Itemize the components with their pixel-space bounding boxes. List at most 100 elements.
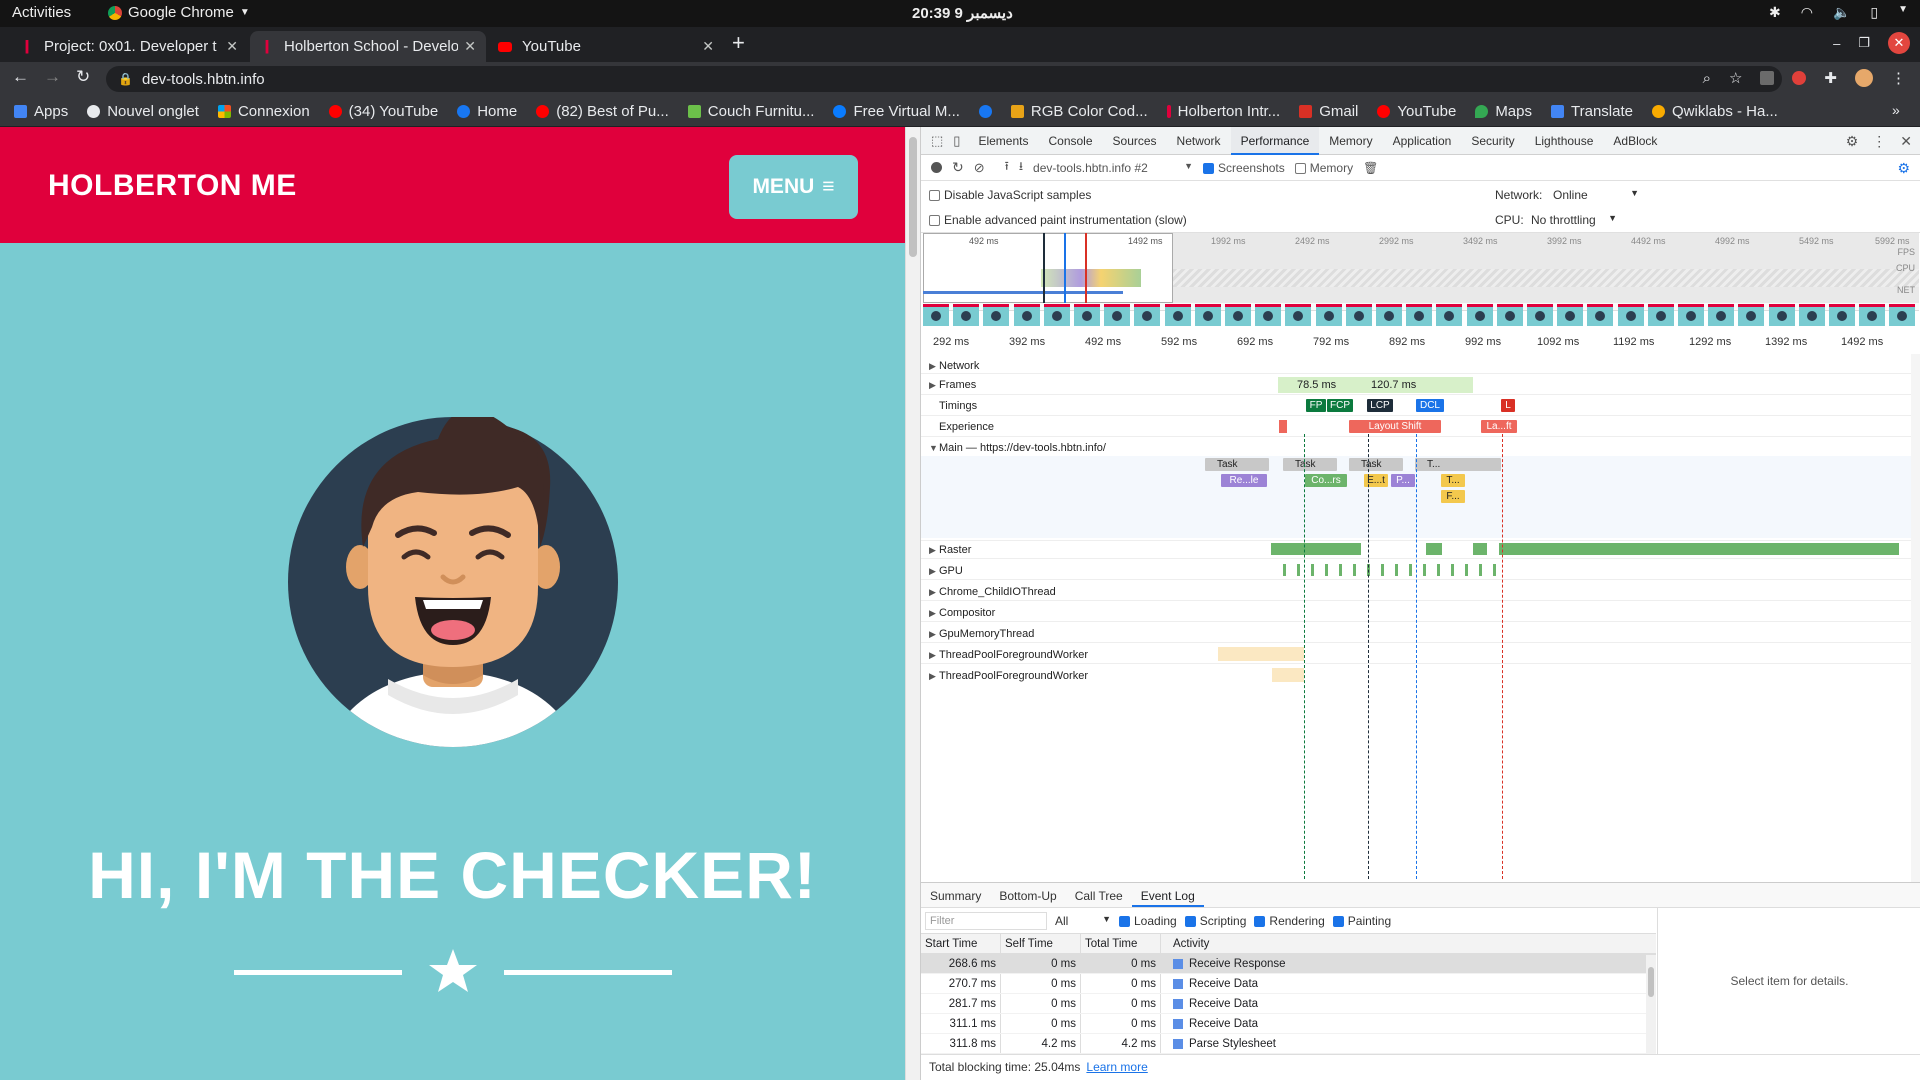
track-threadpool-2[interactable]: ▶ ThreadPoolForegroundWorker [929,670,1088,682]
minimize-icon[interactable]: – [1833,36,1840,51]
tab-event-log[interactable]: Event Log [1131,883,1204,907]
timing-marker-lcp[interactable]: LCP [1367,399,1393,412]
flame-chart-scrollbar[interactable] [1911,354,1920,882]
table-row[interactable]: 311.1 ms 0 ms 0 ms Receive Data [921,1014,1656,1034]
bookmark-apps[interactable]: Apps [14,103,68,120]
bookmark-best-of[interactable]: (82) Best of Pu... [536,103,669,120]
bookmark-rgb[interactable]: RGB Color Cod... [1010,103,1148,120]
memory-checkbox[interactable]: Memory [1294,161,1353,175]
track-threadpool-1[interactable]: ▶ ThreadPoolForegroundWorker [929,649,1088,661]
new-tab-button[interactable]: + [732,30,745,56]
track-experience[interactable]: Experience [929,421,994,433]
lock-icon[interactable]: 🔒 [118,72,133,86]
profile-avatar-icon[interactable] [1855,69,1873,87]
timing-marker-load[interactable]: L [1501,399,1515,412]
main-task[interactable]: Task [1349,458,1403,471]
screenshot-thumbnail[interactable] [1859,304,1886,326]
track-raster[interactable]: ▶ Raster [929,544,971,556]
filter-loading-checkbox[interactable]: Loading [1119,914,1177,928]
screenshot-thumbnail[interactable] [1678,304,1704,326]
raster-bar[interactable] [1473,543,1487,555]
filter-input[interactable]: Filter [925,911,1047,930]
screenshot-thumbnail[interactable] [1496,304,1523,326]
track-timings[interactable]: Timings [929,400,977,412]
close-icon[interactable]: ✕ [702,38,714,55]
bookmark-youtube-34[interactable]: (34) YouTube [328,103,438,120]
bookmarks-overflow-icon[interactable]: » [1892,102,1900,118]
raster-bar[interactable] [1426,543,1442,555]
kebab-menu-icon[interactable]: ⋮ [1891,69,1906,87]
column-header[interactable]: Total Time [1081,934,1161,953]
main-subtask-composite[interactable]: Co...rs [1305,474,1347,487]
screenshot-thumbnail[interactable] [1345,304,1372,326]
timing-marker-fp[interactable]: FP [1306,399,1326,412]
app-menu[interactable]: Google Chrome ▼ [108,4,250,21]
page-scrollbar[interactable] [905,127,920,1080]
extensions-puzzle-icon[interactable]: ✚ [1824,69,1837,87]
screenshot-filmstrip[interactable] [923,304,1919,328]
timeline-overview[interactable]: 492 ms 1492 ms 1992 ms 2492 ms 2992 ms 3… [923,233,1919,311]
scrollbar-thumb[interactable] [909,137,917,257]
close-icon[interactable]: ✕ [464,38,476,55]
devtools-tab-network[interactable]: Network [1167,127,1231,155]
main-task[interactable]: Task [1283,458,1337,471]
devtools-tab-adblock[interactable]: AdBlock [1603,127,1667,155]
threadpool-bar[interactable] [1218,647,1304,661]
track-compositor[interactable]: ▶ Compositor [929,607,995,619]
back-icon[interactable]: ← [12,67,29,87]
table-row[interactable]: 270.7 ms 0 ms 0 ms Receive Data [921,974,1656,994]
screenshot-thumbnail[interactable] [1647,304,1674,326]
screenshot-thumbnail[interactable] [1436,304,1463,326]
timing-marker-dcl[interactable]: DCL [1416,399,1444,412]
screenshot-thumbnail[interactable] [1527,304,1553,326]
site-brand[interactable]: HOLBERTON ME [48,169,297,203]
window-close-icon[interactable]: ✕ [1888,32,1910,54]
screenshot-thumbnail[interactable] [1617,304,1644,326]
raster-bar[interactable] [1499,543,1899,555]
bookmark-couch[interactable]: Couch Furnitu... [687,103,814,120]
disable-js-samples-checkbox[interactable]: Disable JavaScript samples [929,188,1091,202]
url-text[interactable]: dev-tools.hbtn.info [142,71,265,88]
reload-icon[interactable]: ↻ [76,67,90,87]
filter-scripting-checkbox[interactable]: Scripting [1184,914,1246,928]
devtools-tab-application[interactable]: Application [1383,127,1462,155]
close-icon[interactable]: ✕ [1900,133,1912,150]
timing-marker-fcp[interactable]: FCP [1327,399,1353,412]
learn-more-link[interactable]: Learn more [1086,1060,1147,1074]
screenshot-thumbnail[interactable] [1255,304,1282,326]
reload-record-icon[interactable]: ↻ [952,159,964,176]
omnibox[interactable] [106,66,1782,92]
screenshot-thumbnail[interactable] [1074,304,1100,326]
gpu-activity[interactable] [1283,564,1503,576]
raster-bar[interactable] [1271,543,1361,555]
paint-instrumentation-checkbox[interactable]: Enable advanced paint instrumentation (s… [929,213,1187,227]
screenshot-thumbnail[interactable] [953,304,980,326]
track-gpu[interactable]: ▶ GPU [929,565,963,577]
screenshot-thumbnail[interactable] [1043,304,1070,326]
table-row[interactable]: 311.8 ms 4.2 ms 4.2 ms Parse Stylesheet [921,1034,1656,1054]
screenshot-thumbnail[interactable] [1466,304,1493,326]
bookmark-maps[interactable]: Maps [1475,103,1532,120]
table-row[interactable]: 268.6 ms 0 ms 0 ms Receive Response [921,954,1656,974]
track-main[interactable]: ▼Main — https://dev-tools.hbtn.info/ [929,442,1106,454]
capture-settings-gear-icon[interactable]: ⚙ [1897,160,1910,177]
screenshot-thumbnail[interactable] [1164,304,1191,326]
devtools-tab-lighthouse[interactable]: Lighthouse [1525,127,1604,155]
tab-project[interactable]: Project: 0x01. Developer t ✕ [10,31,248,62]
devtools-tab-elements[interactable]: Elements [968,127,1038,155]
screenshot-thumbnail[interactable] [1587,304,1614,326]
gear-icon[interactable]: ⚙ [1846,133,1859,150]
tab-holberton[interactable]: Holberton School - Develo ✕ [250,31,486,62]
zoom-icon[interactable]: ⌕ [1703,70,1711,87]
tab-summary[interactable]: Summary [921,883,990,907]
filter-all-select[interactable]: All ▼ [1055,914,1111,928]
column-header[interactable]: Start Time [921,934,1001,953]
layout-shift-bar[interactable]: La...ft [1481,420,1517,433]
devtools-tab-sources[interactable]: Sources [1103,127,1167,155]
threadpool-bar[interactable] [1272,668,1304,682]
flame-chart[interactable]: ▶ Network ▶ Frames 78.5 ms 120.7 ms Timing… [921,354,1911,882]
bookmark-free-virtual[interactable]: Free Virtual M... [833,103,960,120]
column-header[interactable]: Self Time [1001,934,1081,953]
main-subtask-recalc[interactable]: Re...le [1221,474,1267,487]
download-icon[interactable]: ⭳ [1019,157,1023,178]
